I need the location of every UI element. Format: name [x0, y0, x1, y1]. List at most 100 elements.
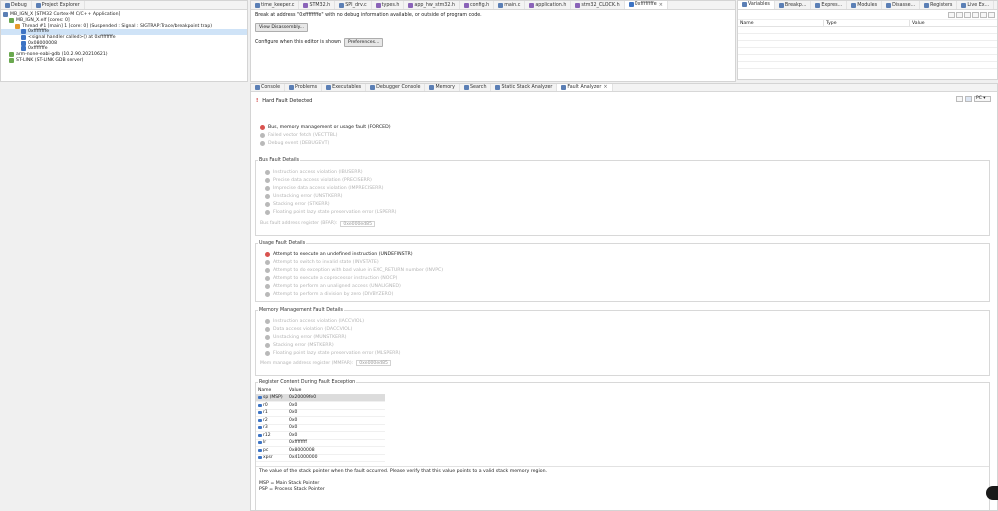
fault-flag-item: Failed vector fetch (VECTTBL) [251, 131, 751, 139]
maximize-icon[interactable] [988, 11, 995, 18]
register-row[interactable]: r3 0x0 [256, 425, 385, 432]
register-value: 0x8000008 [289, 447, 315, 453]
variables-grid-row [738, 27, 997, 34]
editor-tab-5[interactable]: config.h [460, 1, 495, 9]
register-name-cell: pc [256, 448, 287, 453]
ide-window: Debug Project Explorer MB_IGN_X [STM32 Co… [0, 0, 998, 511]
inactive-icon [265, 201, 270, 207]
editor-tab-8[interactable]: stm32_CLOCK.h [571, 1, 625, 9]
bottom-tab-7[interactable]: Fault Analyzer × [557, 84, 613, 91]
variables-tab-3[interactable]: Modules [847, 1, 883, 9]
editor-tab-9[interactable]: 0xffffffffe × [624, 1, 668, 9]
register-name-cell: xpsr [256, 455, 287, 460]
inactive-icon [265, 318, 270, 324]
editor-tab-6[interactable]: main.c [494, 1, 526, 9]
variables-tab-label: Live Ex... [967, 2, 990, 8]
register-name: sp (MSP) [263, 395, 283, 401]
bottom-tab-label: Executables [332, 85, 362, 90]
editor-tab-label: stm32_CLOCK.h [581, 2, 620, 8]
remove-icon[interactable] [972, 11, 979, 18]
variables-tab-5[interactable]: Registers [920, 1, 958, 9]
bottom-tab-icon [495, 85, 501, 90]
fault-flag-label: Attempt to execute an undefined instruct… [273, 251, 413, 257]
column-type[interactable]: Type [824, 20, 910, 26]
register-value: 0x0 [289, 410, 298, 416]
mmfar-row: Mem manage address register (MMFAR): 0xe… [256, 360, 989, 367]
register-name-cell: lr [256, 440, 287, 445]
register-row[interactable]: r12 0x0 [256, 432, 385, 440]
debug-tab-1[interactable]: Project Explorer [32, 1, 85, 9]
bfar-value[interactable]: 0xe000ed85 [340, 220, 376, 227]
editor-tab-icon [575, 2, 581, 8]
register-icon [258, 426, 262, 430]
editor-tab-label: time_keeper.c [261, 2, 295, 8]
variables-tab-4[interactable]: Disasse... [882, 1, 921, 9]
register-icon [258, 411, 262, 415]
bottom-tab-5[interactable]: Search [460, 84, 492, 91]
bottom-tab-label: Static Stack Analyzer [501, 85, 553, 90]
register-row[interactable]: r0 0x0 [256, 402, 385, 410]
debug-tree-item[interactable]: ST-LINK (ST-LINK GDB server) [1, 57, 247, 64]
column-name[interactable]: Name [738, 20, 824, 26]
bottom-tab-0[interactable]: Console [251, 84, 286, 91]
inactive-icon [265, 283, 270, 289]
mmfar-value[interactable]: 0xe000ed85 [356, 360, 391, 367]
register-row[interactable]: r1 0x0 [256, 410, 385, 417]
error-icon [260, 124, 265, 130]
variables-tab-1[interactable]: Breakp... [775, 1, 812, 9]
editor-tab-7[interactable]: application.h [525, 1, 572, 9]
close-icon[interactable]: × [603, 84, 607, 90]
editor-tab-3[interactable]: types.h [372, 1, 405, 9]
collapse-all-icon[interactable] [948, 11, 955, 18]
fault-flag-label: Floating point lazy state preservation e… [273, 350, 401, 356]
fault-analyzer-panel: Console Problems Executables Debugger Conso… [250, 83, 998, 511]
help-bubble-icon[interactable] [986, 486, 998, 500]
memory-fault-section: Memory Management Fault Details Instruct… [255, 308, 990, 376]
register-col-value: Value [289, 387, 302, 393]
variables-tab-2[interactable]: Expres... [811, 1, 848, 9]
register-name: lr [263, 440, 267, 446]
variables-tab-7[interactable]: SFRs [994, 1, 997, 9]
variables-tab-label: Variables [748, 2, 770, 7]
bottom-tab-4[interactable]: Memory [425, 84, 460, 91]
register-name: r12 [263, 432, 271, 438]
bottom-tab-2[interactable]: Executables [322, 84, 367, 91]
editor-tab-0[interactable]: time_keeper.c [251, 1, 300, 9]
pc-select[interactable]: PC ▾ [974, 96, 991, 102]
editor-tab-2[interactable]: SPI_drv.c [335, 1, 372, 9]
register-row[interactable]: lr 0xffffffff [256, 440, 385, 447]
register-icon [258, 456, 262, 460]
register-row[interactable]: sp (MSP) 0x20009fe0 [256, 394, 385, 402]
bus-fault-title: Bus Fault Details [258, 158, 301, 163]
variables-tab-0[interactable]: Variables [738, 1, 775, 9]
editor-tab-4[interactable]: app_hw_stm32.h [404, 1, 460, 9]
register-row[interactable]: xpsr 0x41000000 [256, 455, 385, 462]
debug-tree-label: arm-none-eabi-gdb (10.2.90.20210621) [16, 52, 108, 58]
preferences-button[interactable]: Preferences... [343, 38, 384, 47]
bottom-tab-3[interactable]: Debugger Console [366, 84, 426, 91]
variables-tab-6[interactable]: Live Ex... [957, 1, 995, 9]
editor-tabbar: time_keeper.c STM32.h SPI_drv.c types.h app_… [251, 1, 735, 10]
settings-icon[interactable] [965, 96, 972, 102]
show-type-icon[interactable] [956, 11, 963, 18]
add-expression-icon[interactable] [964, 11, 971, 18]
bus-fault-section: Bus Fault Details Instruction access vio… [255, 158, 990, 236]
register-row[interactable]: r2 0x0 [256, 417, 385, 425]
minimize-icon[interactable] [980, 11, 987, 18]
register-icon [258, 441, 262, 445]
column-value[interactable]: Value [910, 20, 996, 26]
view-disassembly-button[interactable]: View Disassembly... [255, 23, 309, 32]
variables-grid-row [738, 55, 997, 62]
debug-tabbar: Debug Project Explorer [1, 1, 247, 10]
editor-tab-1[interactable]: STM32.h [299, 1, 336, 9]
debug-tab-0[interactable]: Debug [1, 1, 32, 9]
bottom-tab-6[interactable]: Static Stack Analyzer [491, 84, 558, 91]
warning-icon: ! [256, 98, 259, 104]
bottom-tab-icon [289, 85, 295, 90]
fault-flag-label: Attempt to perform an unaligned access (… [273, 283, 401, 289]
register-name-cell: r1 [256, 410, 287, 415]
register-row[interactable]: pc 0x8000008 [256, 447, 385, 455]
close-icon[interactable]: × [659, 2, 663, 8]
bottom-tab-1[interactable]: Problems [285, 84, 323, 91]
lock-icon[interactable] [956, 96, 963, 102]
